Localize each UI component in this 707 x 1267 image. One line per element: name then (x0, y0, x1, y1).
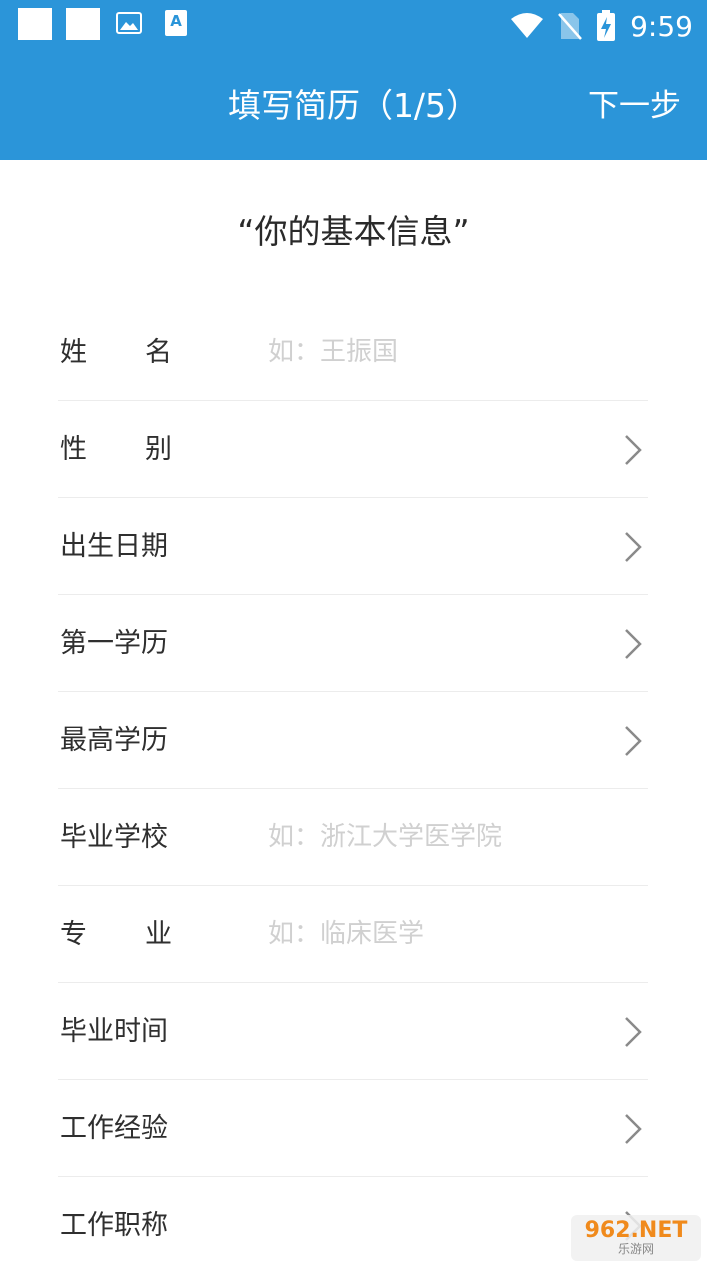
watermark-logo: 962.NET 乐游网 (571, 1215, 701, 1261)
field-label: 工作职称 (60, 1210, 168, 1241)
form-row-major[interactable]: 专业 如：临床医学 (58, 886, 648, 983)
notification-square-icon (66, 8, 100, 40)
form-row-name[interactable]: 姓名 如：王振国 (58, 304, 648, 401)
field-label: 性别 (60, 434, 172, 465)
form-row-highest-education[interactable]: 最高学历 (58, 692, 648, 789)
field-label: 毕业学校 (60, 822, 168, 853)
chevron-right-icon (625, 1114, 642, 1144)
section-title: “你的基本信息” (237, 212, 470, 251)
no-sim-icon (558, 13, 583, 40)
chevron-right-icon (625, 435, 642, 465)
chevron-right-icon (625, 532, 642, 562)
field-label: 工作经验 (60, 1113, 168, 1144)
resume-form: 姓名 如：王振国 性别 出生日期 第一学历 最高学历 毕业学校 如：浙江大学医学… (58, 304, 648, 1267)
status-bar: A 9:59 (0, 0, 707, 52)
wifi-icon (511, 13, 544, 38)
form-row-graduation-time[interactable]: 毕业时间 (58, 983, 648, 1080)
school-input[interactable]: 如：浙江大学医学院 (268, 789, 502, 886)
battery-charging-icon (597, 10, 616, 41)
field-label: 出生日期 (60, 531, 168, 562)
next-step-button[interactable]: 下一步 (588, 52, 681, 160)
form-row-gender[interactable]: 性别 (58, 401, 648, 498)
form-row-work-experience[interactable]: 工作经验 (58, 1080, 648, 1177)
major-input[interactable]: 如：临床医学 (268, 886, 424, 983)
field-label: 专业 (60, 919, 172, 950)
field-label: 毕业时间 (60, 1016, 168, 1047)
chevron-right-icon (625, 726, 642, 756)
form-row-school[interactable]: 毕业学校 如：浙江大学医学院 (58, 789, 648, 886)
chevron-right-icon (625, 1017, 642, 1047)
name-input[interactable]: 如：王振国 (268, 304, 398, 401)
image-icon (116, 12, 142, 34)
field-label: 第一学历 (60, 628, 168, 659)
notification-square-icon (18, 8, 52, 40)
chevron-right-icon (625, 629, 642, 659)
form-row-birth-date[interactable]: 出生日期 (58, 498, 648, 595)
form-row-first-education[interactable]: 第一学历 (58, 595, 648, 692)
translate-a-icon: A (165, 10, 187, 36)
field-label: 最高学历 (60, 725, 168, 756)
field-label: 姓名 (60, 337, 172, 368)
app-bar: 填写简历（1/5） 下一步 (0, 52, 707, 160)
clock: 9:59 (630, 9, 693, 43)
form-row-job-title[interactable]: 工作职称 (58, 1177, 648, 1267)
